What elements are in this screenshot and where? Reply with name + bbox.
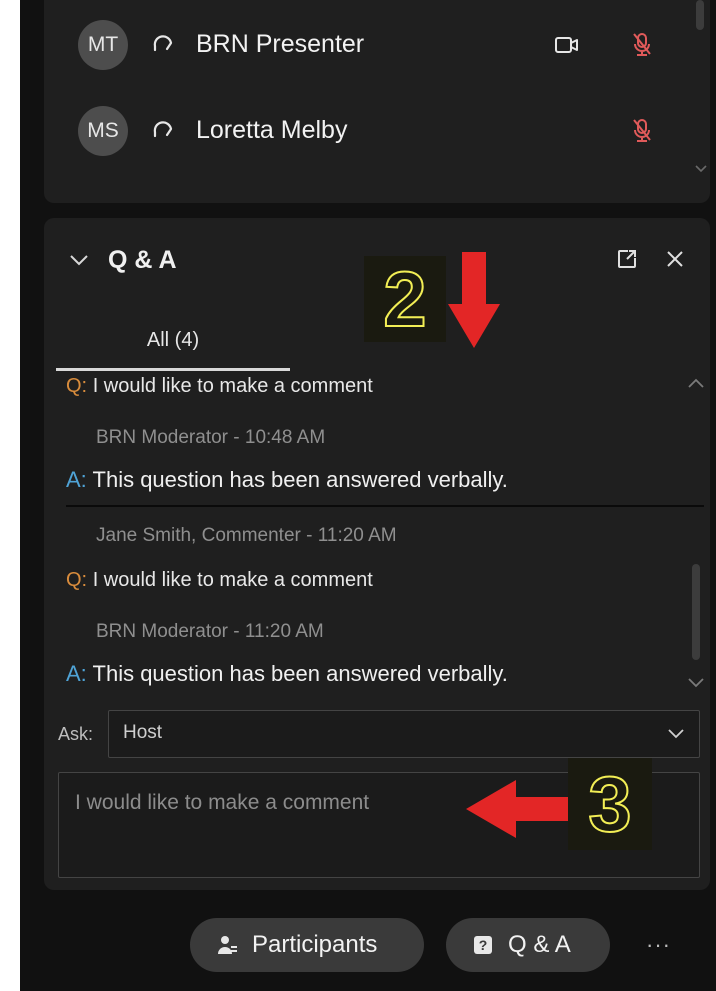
participants-scrollbar[interactable]: [692, 0, 710, 188]
avatar: MS: [78, 106, 128, 156]
question-text: I would like to make a comment: [92, 569, 373, 591]
qa-scrollbar[interactable]: [684, 368, 708, 698]
chevron-down-icon[interactable]: [686, 676, 706, 690]
question-item: Q: I would like to make a comment: [66, 375, 373, 398]
ask-label: Ask:: [58, 724, 94, 744]
avatar: MT: [78, 20, 128, 70]
headset-icon: [153, 121, 173, 138]
arrow-down-icon: [448, 252, 500, 348]
answer-meta: BRN Moderator - 11:20 AM: [96, 621, 324, 642]
svg-text:?: ?: [479, 937, 488, 953]
popout-icon[interactable]: [616, 248, 638, 270]
participants-panel: MT BRN Presenter MS Loretta Melby: [44, 0, 710, 203]
question-item: Q: I would like to make a comment: [66, 569, 373, 592]
question-marker: Q:: [66, 569, 88, 591]
tab-all[interactable]: All (4): [56, 312, 290, 368]
answer-marker: A:: [66, 661, 87, 686]
meeting-app: MT BRN Presenter MS Loretta Melby Q & A …: [20, 0, 716, 991]
mic-muted-icon[interactable]: [630, 32, 654, 58]
ask-selected-value: Host: [123, 722, 163, 743]
close-icon[interactable]: [664, 248, 686, 270]
qa-button-label: Q & A: [508, 931, 571, 958]
participant-row[interactable]: MT BRN Presenter: [44, 15, 710, 75]
answer-item: A: This question has been answered verba…: [66, 661, 508, 687]
mic-muted-icon[interactable]: [630, 118, 654, 144]
qa-title: Q & A: [108, 246, 177, 274]
chevron-down-icon[interactable]: [68, 250, 90, 270]
answer-meta: BRN Moderator - 10:48 AM: [96, 427, 326, 448]
participant-name: Loretta Melby: [196, 116, 348, 144]
answer-text: This question has been answered verbally…: [92, 467, 508, 492]
chevron-up-icon[interactable]: [686, 376, 706, 390]
qa-list[interactable]: Q: I would like to make a comment BRN Mo…: [44, 373, 704, 693]
participant-row[interactable]: MS Loretta Melby: [44, 101, 710, 161]
step-3-annotation: 3: [568, 758, 652, 850]
more-options-button[interactable]: ···: [646, 932, 671, 958]
question-text: I would like to make a comment: [92, 375, 373, 397]
question-marker: Q:: [66, 375, 88, 397]
chevron-down-icon[interactable]: [667, 725, 685, 741]
scrollbar-thumb[interactable]: [692, 564, 700, 660]
answer-text: This question has been answered verbally…: [92, 661, 508, 686]
item-divider: [66, 505, 704, 507]
participants-button-label: Participants: [252, 931, 378, 958]
arrow-left-icon: [466, 780, 578, 838]
camera-icon[interactable]: [554, 35, 580, 55]
answer-marker: A:: [66, 467, 87, 492]
participant-name: BRN Presenter: [196, 30, 365, 58]
scrollbar-thumb[interactable]: [696, 0, 704, 30]
person-icon: [218, 936, 237, 954]
bottom-toolbar: Participants ? Q & A ···: [20, 892, 716, 991]
ask-recipient-select[interactable]: Host: [108, 710, 700, 758]
tab-underline: [56, 368, 290, 371]
answer-item: A: This question has been answered verba…: [66, 467, 508, 493]
question-meta: Jane Smith, Commenter - 11:20 AM: [96, 525, 397, 546]
headset-icon: [153, 35, 173, 52]
question-icon: ?: [474, 936, 492, 954]
chevron-down-icon[interactable]: [694, 164, 708, 174]
participants-button[interactable]: Participants: [190, 918, 424, 972]
step-2-annotation: 2: [364, 256, 446, 342]
qa-button[interactable]: ? Q & A: [446, 918, 610, 972]
